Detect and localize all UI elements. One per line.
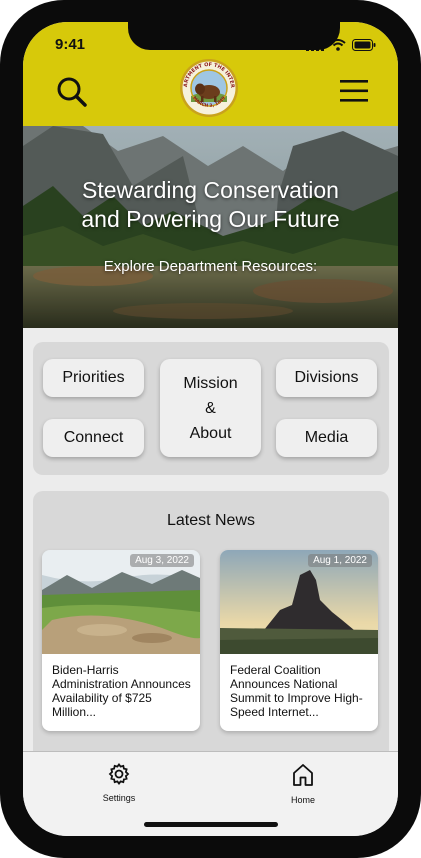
hero-subtitle: Explore Department Resources: xyxy=(103,258,318,275)
mission-label-line3: About xyxy=(189,424,232,442)
hero-title: Stewarding Conservation and Powering Our… xyxy=(23,176,398,234)
divisions-label: Divisions xyxy=(294,369,359,386)
gear-icon xyxy=(108,763,130,785)
news-card[interactable]: Aug 1, 2022 Federal Coalition Announces … xyxy=(220,550,378,731)
device-notch xyxy=(128,22,340,50)
hero-banner: Stewarding Conservation and Powering Our… xyxy=(23,126,398,328)
hero-title-line1: Stewarding Conservation xyxy=(82,177,339,203)
search-icon xyxy=(57,77,87,107)
search-button[interactable] xyxy=(56,76,88,108)
hamburger-menu-icon xyxy=(340,80,368,102)
menu-button[interactable] xyxy=(340,79,368,103)
seal-icon: DEPARTMENT OF THE INTERIOR MARCH 3, 1849 xyxy=(177,54,238,117)
department-seal-logo[interactable]: DEPARTMENT OF THE INTERIOR MARCH 3, 1849 xyxy=(177,54,239,118)
home-icon xyxy=(293,764,313,786)
connect-button[interactable]: Connect xyxy=(43,419,144,457)
divisions-button[interactable]: Divisions xyxy=(276,359,377,397)
priorities-button[interactable]: Priorities xyxy=(43,359,144,397)
hero-title-line2: and Powering Our Future xyxy=(81,206,340,232)
latest-news-heading: Latest News xyxy=(166,512,256,529)
priorities-label: Priorities xyxy=(62,369,125,386)
media-label: Media xyxy=(304,429,349,446)
settings-label: Settings xyxy=(102,793,136,803)
app-screen: 9:41 ARTMENT OF THE INTER MARCH 3, 1849 … xyxy=(23,22,398,836)
news-headline: Federal Coalition Announces National Sum… xyxy=(230,663,363,719)
mission-label-line1: Mission xyxy=(183,374,238,392)
news-date-badge: Aug 3, 2022 xyxy=(130,554,194,567)
news-date-badge: Aug 1, 2022 xyxy=(308,554,372,567)
home-indicator[interactable] xyxy=(144,822,278,827)
category-panel: Priorities Connect Mission & About Divis… xyxy=(33,342,389,475)
media-button[interactable]: Media xyxy=(276,419,377,457)
mission-label-line2: & xyxy=(205,399,216,417)
news-headline: Biden-Harris Administration Announces Av… xyxy=(52,663,191,719)
home-label: Home xyxy=(290,795,315,805)
mission-about-button[interactable]: Mission & About xyxy=(160,359,261,457)
connect-label: Connect xyxy=(63,429,124,446)
status-time: 9:41 xyxy=(55,36,86,53)
news-card[interactable]: Aug 3, 2022 Biden-Harris Administration … xyxy=(42,550,200,731)
latest-news-panel: Latest News Aug 3, 2022 Biden-Harris Adm… xyxy=(33,491,389,761)
battery-icon xyxy=(352,39,376,51)
phone-frame: 9:41 ARTMENT OF THE INTER MARCH 3, 1849 … xyxy=(0,0,421,858)
settings-tab[interactable]: Settings xyxy=(99,762,139,803)
home-tab[interactable]: Home xyxy=(283,762,323,805)
